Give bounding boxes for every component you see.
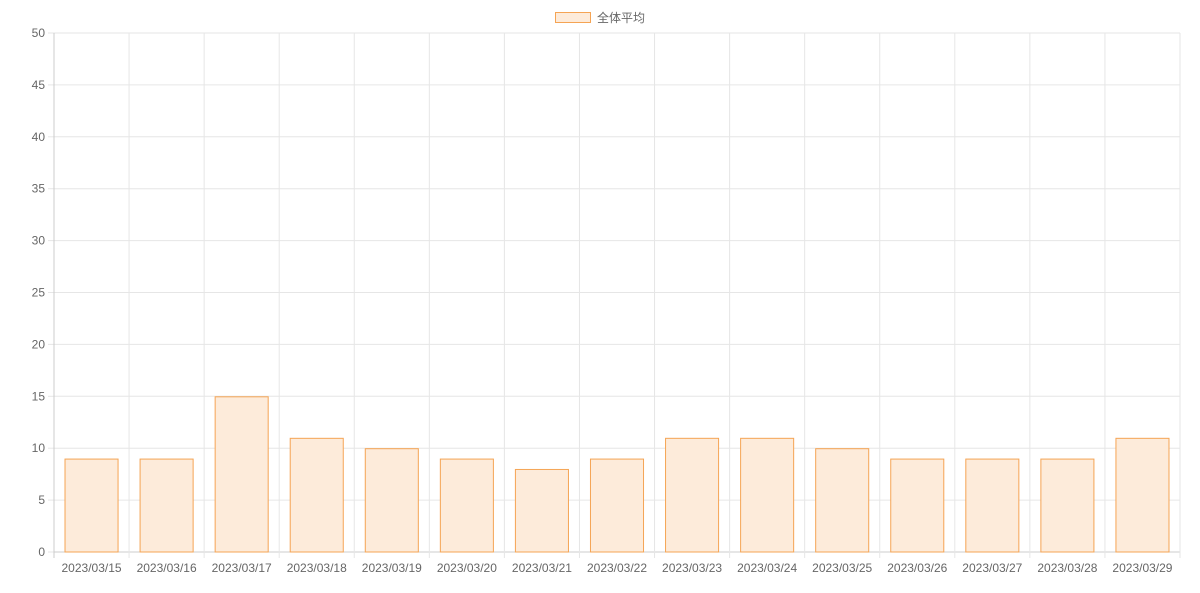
y-tick-label: 45 [32,78,46,92]
bar[interactable] [364,448,419,553]
bar[interactable] [1040,458,1095,553]
x-tick-label: 2023/03/15 [62,561,122,575]
x-tick-label: 2023/03/25 [812,561,872,575]
bar[interactable] [289,437,344,553]
x-tick-label: 2023/03/29 [1112,561,1172,575]
x-tick-label: 2023/03/26 [887,561,947,575]
x-tick-label: 2023/03/23 [662,561,722,575]
y-tick-label: 30 [32,234,46,248]
bar[interactable] [214,396,269,553]
x-tick-label: 2023/03/22 [587,561,647,575]
y-tick-label: 40 [32,130,46,144]
x-tick-label: 2023/03/27 [962,561,1022,575]
chart-container: 全体平均 0 5 10 15 20 25 30 35 40 45 50 2023/03/15 2023/… [0,0,1200,588]
y-tick-label: 20 [32,337,46,351]
legend-label: 全体平均 [596,11,645,25]
legend-swatch [554,12,591,23]
bar[interactable] [64,458,119,553]
y-tick-label: 15 [32,389,46,403]
bar[interactable] [589,458,645,553]
bar[interactable] [665,437,720,553]
bar[interactable] [514,468,569,553]
x-tick-label: 2023/03/16 [137,561,197,575]
y-tick-label: 35 [32,182,46,196]
bar[interactable] [139,458,194,553]
x-tick-label: 2023/03/21 [512,561,572,575]
x-tick-label: 2023/03/28 [1037,561,1097,575]
y-tick-label: 25 [32,286,46,300]
x-tick-label: 2023/03/20 [437,561,497,575]
y-tick-label: 10 [32,441,46,455]
x-tick-label: 2023/03/19 [362,561,422,575]
x-tick-label: 2023/03/17 [212,561,272,575]
bar[interactable] [439,458,494,553]
y-tick-label: 5 [38,493,45,507]
bar[interactable] [740,437,795,553]
legend[interactable]: 全体平均 [0,9,1200,26]
x-tick-label: 2023/03/18 [287,561,347,575]
y-tick-label: 0 [38,545,45,559]
y-tick-label: 50 [32,26,46,40]
bar[interactable] [965,458,1020,553]
bar[interactable] [815,448,870,553]
bar[interactable] [1115,437,1170,553]
bar-chart: 0 5 10 15 20 25 30 35 40 45 50 2023/03/15 2023/03/16… [32,26,1181,575]
bar[interactable] [890,458,945,553]
x-tick-label: 2023/03/24 [737,561,797,575]
